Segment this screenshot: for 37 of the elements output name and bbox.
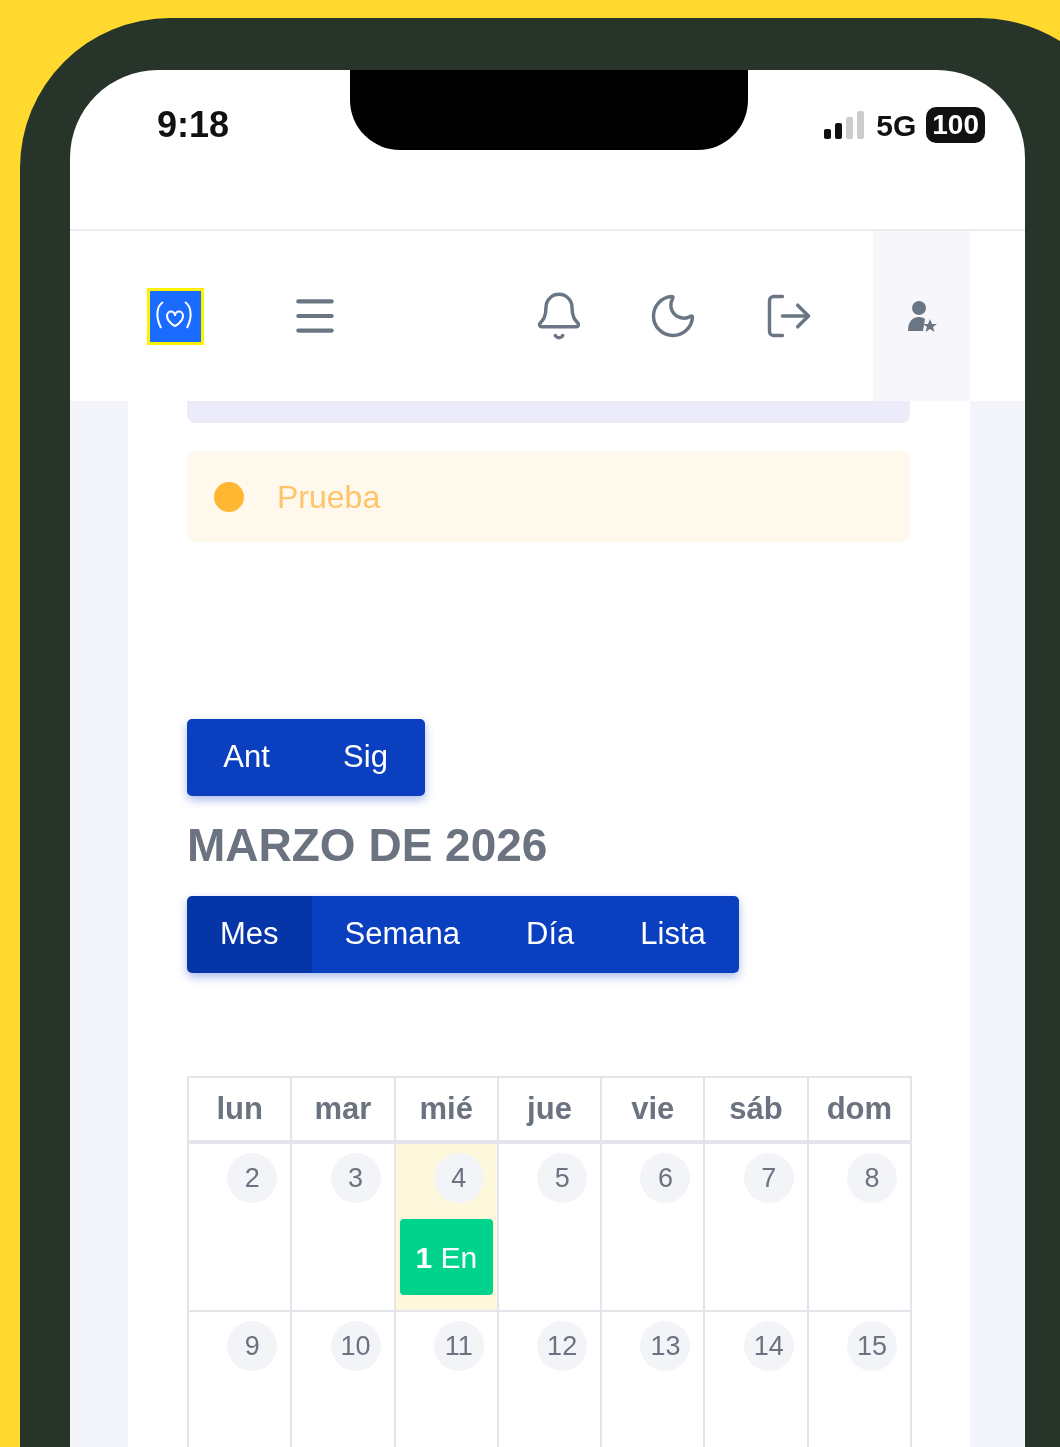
- weekday-header: jue: [498, 1078, 603, 1140]
- day-number: 14: [743, 1321, 794, 1371]
- battery-indicator: 100: [926, 107, 985, 143]
- signal-icon: [824, 111, 867, 139]
- weekday-header: mar: [292, 1078, 396, 1140]
- day-number: 10: [330, 1321, 381, 1371]
- day-number: 13: [640, 1321, 691, 1371]
- day-number: 8: [847, 1153, 897, 1203]
- day-number: 12: [537, 1321, 588, 1371]
- day-number: 15: [847, 1321, 897, 1371]
- nav-button[interactable]: Sig: [306, 719, 425, 796]
- alert-text: Prueba: [277, 477, 381, 517]
- weekday-header: vie: [602, 1078, 706, 1140]
- nav-button[interactable]: Ant: [187, 719, 306, 796]
- day-number: 2: [227, 1153, 278, 1203]
- weekday-header: lun: [189, 1078, 293, 1140]
- day-number: 4: [433, 1153, 484, 1203]
- status-time: 9:18: [157, 103, 230, 147]
- day-number: 5: [537, 1153, 588, 1203]
- logo-icon: [147, 287, 204, 345]
- view-tab[interactable]: Día: [493, 896, 608, 973]
- network-label: 5G: [876, 107, 917, 144]
- day-number: 3: [330, 1153, 381, 1203]
- day-number: 7: [743, 1153, 794, 1203]
- day-number: 6: [640, 1153, 691, 1203]
- view-tab[interactable]: Semana: [311, 896, 494, 973]
- user-panel[interactable]: [873, 231, 970, 401]
- month-title: MARZO DE 2026: [187, 818, 549, 872]
- user-star-icon: [906, 299, 937, 333]
- view-tab[interactable]: Lista: [607, 896, 739, 973]
- day-number: 11: [433, 1321, 484, 1371]
- view-tab[interactable]: Mes: [187, 896, 312, 973]
- weekday-header: dom: [808, 1078, 912, 1140]
- day-number: 9: [227, 1321, 278, 1371]
- day-cell[interactable]: 4 1 En: [395, 1144, 499, 1310]
- weekday-header: mié: [395, 1078, 499, 1140]
- weekday-header: sáb: [705, 1078, 809, 1140]
